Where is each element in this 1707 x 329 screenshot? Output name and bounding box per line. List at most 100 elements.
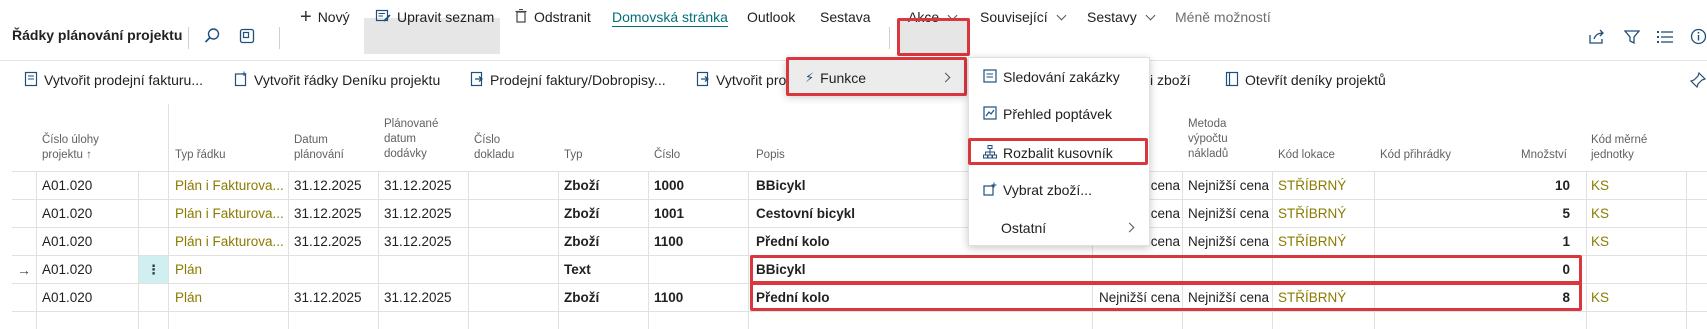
planning-date-cell[interactable]: 31.12.2025 — [294, 285, 362, 311]
chevron-right-icon — [940, 72, 951, 83]
home-page-link[interactable]: Domovská stránka — [612, 0, 728, 34]
open-in-window-icon[interactable] — [238, 27, 256, 48]
actions-dropdown: ⚡ Funkce — [786, 59, 967, 96]
type-cell[interactable]: Text — [564, 257, 591, 283]
header-planned-delivery[interactable]: Plánované datum dodávky — [384, 117, 454, 162]
header-description[interactable]: Popis — [756, 148, 785, 163]
quantity-cell[interactable]: 1 — [1480, 229, 1570, 255]
header-type[interactable]: Typ — [564, 148, 583, 163]
task-no-cell[interactable]: A01.020 — [42, 201, 92, 227]
uom-cell[interactable]: KS — [1591, 285, 1609, 311]
cost-method-cell[interactable]: Nejnižší cena — [1188, 201, 1269, 227]
plus-icon: + — [300, 5, 312, 28]
description-cell[interactable]: BBicykl — [756, 257, 806, 283]
task-no-cell[interactable]: A01.020 — [42, 173, 92, 199]
planned-delivery-cell[interactable]: 31.12.2025 — [384, 285, 452, 311]
open-job-journals-button[interactable]: Otevřít deníky projektů — [1225, 61, 1386, 99]
description-cell[interactable]: Přední kolo — [756, 229, 830, 255]
pin-icon[interactable] — [1689, 71, 1707, 91]
share-icon[interactable] — [1588, 29, 1606, 48]
header-planning-date[interactable]: Datum plánování — [294, 133, 354, 163]
no-cell[interactable]: 1100 — [654, 229, 683, 255]
location-cell[interactable]: STŘÍBRNÝ — [1278, 173, 1346, 199]
planned-delivery-cell[interactable]: 31.12.2025 — [384, 229, 452, 255]
location-cell[interactable]: STŘÍBRNÝ — [1278, 229, 1346, 255]
cost-method-cell[interactable]: Nejnižší cena — [1188, 229, 1269, 255]
sales-invoices-credit-memos-button[interactable]: Prodejní faktury/Dobropisy... — [470, 61, 666, 99]
description-cell[interactable]: BBicykl — [756, 173, 806, 199]
type-cell[interactable]: Zboží — [564, 201, 599, 227]
cost-cell[interactable]: Nejnižší cena — [1099, 285, 1180, 311]
header-task-no[interactable]: Číslo úlohy projektu ↑ — [42, 133, 118, 163]
outlook-button[interactable]: Outlook — [747, 0, 795, 34]
header-location[interactable]: Kód lokace — [1278, 148, 1335, 163]
info-icon[interactable] — [1690, 28, 1707, 48]
report-button[interactable]: Sestava — [820, 0, 871, 34]
no-cell[interactable]: 1100 — [654, 285, 683, 311]
edit-list-icon — [375, 8, 391, 27]
planned-delivery-cell[interactable]: 31.12.2025 — [384, 201, 452, 227]
explode-bom-item[interactable]: Rozbalit kusovník — [969, 139, 1151, 167]
task-no-cell[interactable]: A01.020 — [42, 285, 92, 311]
planned-delivery-cell[interactable]: 31.12.2025 — [384, 173, 452, 199]
description-cell[interactable]: Cestovní bicykl — [756, 201, 855, 227]
functions-menu-item[interactable]: ⚡ Funkce — [787, 60, 967, 96]
location-cell[interactable]: STŘÍBRNÝ — [1278, 285, 1346, 311]
uom-cell[interactable]: KS — [1591, 229, 1609, 255]
type-cell[interactable]: Zboží — [564, 229, 599, 255]
header-bin[interactable]: Kód přihrádky — [1380, 148, 1451, 163]
no-cell[interactable]: 1001 — [654, 201, 684, 227]
planning-date-cell[interactable]: 31.12.2025 — [294, 201, 362, 227]
header-no[interactable]: Číslo — [654, 148, 680, 163]
actions-menu-button[interactable]: Akce — [908, 0, 958, 34]
related-menu-button[interactable]: Související — [980, 0, 1067, 34]
quantity-cell[interactable]: 5 — [1480, 201, 1570, 227]
cost-method-cell[interactable]: Nejnižší cena — [1188, 173, 1269, 199]
planning-date-cell[interactable]: 31.12.2025 — [294, 229, 362, 255]
header-quantity[interactable]: Množství — [1480, 148, 1567, 163]
delete-button[interactable]: Odstranit — [514, 0, 591, 34]
create-sales-invoice-button[interactable]: Vytvořit prodejní fakturu... — [24, 61, 203, 99]
order-tracking-item[interactable]: Sledování zakázky — [969, 63, 1151, 91]
planning-date-cell[interactable]: 31.12.2025 — [294, 173, 362, 199]
line-type-cell[interactable]: Plán — [175, 285, 202, 311]
reports-menu-button[interactable]: Sestavy — [1087, 0, 1156, 34]
create-journal-lines-button[interactable]: Vytvořit řádky Deníku projektu — [234, 61, 440, 99]
chevron-down-icon — [947, 10, 958, 20]
demand-overview-item[interactable]: Přehled poptávek — [969, 100, 1151, 128]
location-cell[interactable]: STŘÍBRNÝ — [1278, 201, 1346, 227]
header-doc-no[interactable]: Číslo dokladu — [474, 133, 534, 163]
select-items-item[interactable]: Vybrat zboží... — [969, 176, 1151, 204]
list-view-icon[interactable] — [1657, 30, 1673, 47]
task-no-cell[interactable]: A01.020 — [42, 257, 92, 283]
uom-cell[interactable]: KS — [1591, 201, 1609, 227]
quantity-cell[interactable]: 10 — [1480, 173, 1570, 199]
description-cell[interactable]: Přední kolo — [756, 285, 830, 311]
line-type-cell[interactable]: Plán i Fakturova... — [175, 173, 284, 199]
quantity-cell[interactable]: 0 — [1480, 257, 1570, 283]
task-no-cell[interactable]: A01.020 — [42, 229, 92, 255]
no-cell[interactable]: 1000 — [654, 173, 684, 199]
item-action-button[interactable]: i zboží — [1150, 61, 1190, 99]
uom-cell[interactable]: KS — [1591, 173, 1609, 199]
search-icon[interactable] — [203, 27, 221, 48]
type-cell[interactable]: Zboží — [564, 173, 599, 199]
header-cost-method[interactable]: Metoda výpočtu nákladů — [1188, 117, 1248, 162]
header-line-type[interactable]: Typ řádku — [175, 148, 226, 163]
header-uom[interactable]: Kód měrné jednotky — [1591, 133, 1661, 163]
line-type-cell[interactable]: Plán — [175, 257, 202, 283]
row-actions-button[interactable]: ⋮ — [139, 256, 168, 283]
document-arrow-icon — [470, 71, 484, 90]
new-button[interactable]: + Nový — [300, 0, 350, 34]
line-type-cell[interactable]: Plán i Fakturova... — [175, 229, 284, 255]
create-purchase-button[interactable]: Vytvořit pro — [696, 61, 786, 99]
type-cell[interactable]: Zboží — [564, 285, 599, 311]
cost-method-cell[interactable]: Nejnižší cena — [1188, 285, 1269, 311]
fewer-options-button[interactable]: Méně možností — [1175, 0, 1271, 34]
line-type-cell[interactable]: Plán i Fakturova... — [175, 201, 284, 227]
chevron-down-icon — [1056, 10, 1067, 20]
other-submenu-item[interactable]: Ostatní — [969, 214, 1151, 242]
filter-icon[interactable] — [1623, 29, 1641, 48]
edit-list-button[interactable]: Upravit seznam — [375, 0, 494, 34]
quantity-cell[interactable]: 8 — [1480, 285, 1570, 311]
